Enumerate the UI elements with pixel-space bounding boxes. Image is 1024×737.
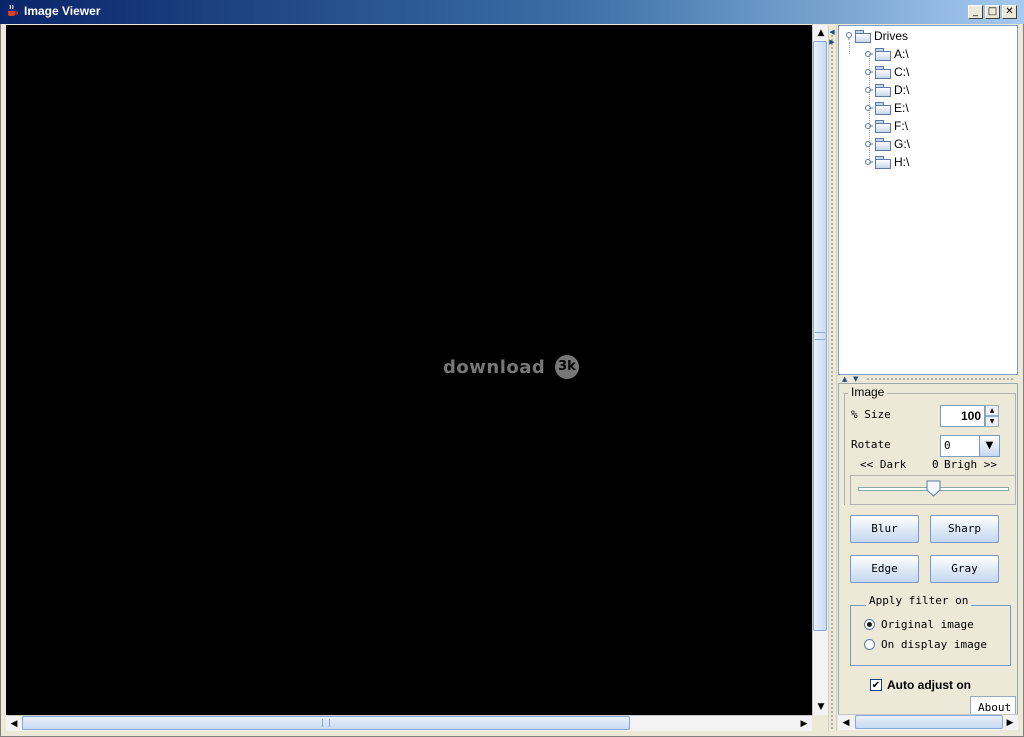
divider-grip: [866, 377, 1014, 381]
minimize-icon: _: [973, 6, 978, 17]
java-cup-icon: [5, 4, 19, 18]
size-value: 100: [960, 409, 981, 423]
chevron-down-icon[interactable]: ▼: [979, 436, 999, 456]
tree-item-a[interactable]: A:\: [865, 45, 909, 63]
gray-button[interactable]: Gray: [930, 555, 999, 583]
radio-original-label: Original image: [881, 618, 974, 631]
scroll-left-icon[interactable]: ◀: [6, 716, 22, 732]
folder-icon: [875, 84, 891, 97]
image-canvas[interactable]: [6, 25, 812, 715]
about-tab-label: About: [978, 701, 1012, 714]
folder-icon: [855, 30, 871, 43]
size-label: % Size: [851, 408, 891, 421]
window-title: Image Viewer: [24, 4, 101, 18]
tree-item-e[interactable]: E:\: [865, 99, 909, 117]
folder-icon: [875, 138, 891, 151]
size-spinner[interactable]: 100: [940, 405, 985, 427]
checkmark-icon: ✔: [871, 680, 881, 691]
folder-icon: [875, 66, 891, 79]
collapsed-handle-icon[interactable]: [865, 104, 873, 112]
scroll-grip-icon: [322, 719, 330, 727]
apply-filter-group: [850, 605, 1011, 666]
close-button[interactable]: ✕: [1002, 5, 1017, 19]
spin-down-icon[interactable]: ▼: [985, 416, 999, 427]
scroll-right-icon[interactable]: ▶: [1002, 715, 1018, 731]
tree-root[interactable]: Drives: [845, 27, 908, 45]
minimize-button[interactable]: _: [968, 5, 983, 19]
collapse-up-icon[interactable]: ▲: [842, 375, 847, 383]
folder-icon: [875, 120, 891, 133]
radio-display-label: On display image: [881, 638, 987, 651]
rotate-select[interactable]: 0 ▼: [940, 435, 1000, 457]
collapse-left-icon[interactable]: ◀: [829, 28, 835, 36]
tree-item-label: A:\: [894, 47, 909, 61]
collapsed-handle-icon[interactable]: [865, 158, 873, 166]
tree-item-label: H:\: [894, 155, 910, 169]
about-tab[interactable]: About: [970, 696, 1016, 715]
tree-item-label: G:\: [894, 137, 911, 151]
watermark-badge: 3k: [555, 355, 579, 379]
brightness-slider-thumb[interactable]: [926, 480, 941, 497]
collapsed-handle-icon[interactable]: [865, 122, 873, 130]
expanded-handle-icon[interactable]: [845, 32, 853, 40]
collapsed-handle-icon[interactable]: [865, 68, 873, 76]
tree-item-h[interactable]: H:\: [865, 153, 909, 171]
tree-item-label: D:\: [894, 83, 910, 97]
collapsed-handle-icon[interactable]: [865, 50, 873, 58]
tree-item-c[interactable]: C:\: [865, 63, 909, 81]
sharp-button[interactable]: Sharp: [930, 515, 999, 543]
tree-root-label: Drives: [874, 29, 909, 43]
tree-item-label: C:\: [894, 65, 910, 79]
options-scroll-thumb[interactable]: [855, 715, 1003, 729]
apply-filter-title: Apply filter on: [866, 594, 972, 607]
radio-display-image[interactable]: [864, 639, 875, 650]
close-icon: ✕: [1005, 6, 1014, 17]
folder-icon: [875, 48, 891, 61]
collapsed-handle-icon[interactable]: [865, 140, 873, 148]
rotate-label: Rotate: [851, 438, 891, 451]
scroll-grip-icon: [815, 332, 825, 340]
blur-button[interactable]: Blur: [850, 515, 919, 543]
tree-item-g[interactable]: G:\: [865, 135, 910, 153]
folder-icon: [875, 102, 891, 115]
maximize-button[interactable]: □: [985, 5, 1000, 19]
auto-adjust-checkbox[interactable]: ✔: [870, 679, 882, 691]
radio-original-image[interactable]: [864, 619, 875, 630]
tree-item-label: E:\: [894, 101, 909, 115]
maximize-icon: □: [987, 6, 998, 17]
scroll-right-icon[interactable]: ▶: [796, 716, 812, 732]
dark-label: << Dark: [860, 458, 907, 471]
collapse-right-icon[interactable]: ▶: [829, 38, 835, 46]
title-bar: [0, 0, 1024, 24]
collapse-down-icon[interactable]: ▼: [853, 375, 858, 383]
divider-grip: [830, 30, 834, 730]
scroll-up-icon[interactable]: ▲: [813, 25, 829, 41]
spin-up-icon[interactable]: ▲: [985, 405, 999, 416]
brightness-value: 0: [932, 458, 939, 471]
watermark-logo: download 3k: [443, 355, 583, 383]
auto-adjust-label: Auto adjust on: [887, 678, 971, 692]
edge-button[interactable]: Edge: [850, 555, 919, 583]
image-group-title: Image: [848, 385, 888, 399]
folder-icon: [875, 156, 891, 169]
tree-item-d[interactable]: D:\: [865, 81, 909, 99]
tree-item-f[interactable]: F:\: [865, 117, 908, 135]
watermark-text: download: [443, 357, 546, 378]
drive-tree[interactable]: Drives A:\ C:\ D:\ E:\ F:\ G:\ H:\: [838, 25, 1018, 375]
scroll-down-icon[interactable]: ▼: [813, 699, 829, 715]
bright-label: Brigh >>: [944, 458, 997, 471]
rotate-value: 0: [944, 439, 951, 452]
scroll-left-icon[interactable]: ◀: [838, 715, 854, 731]
collapsed-handle-icon[interactable]: [865, 86, 873, 94]
tree-item-label: F:\: [894, 119, 908, 133]
